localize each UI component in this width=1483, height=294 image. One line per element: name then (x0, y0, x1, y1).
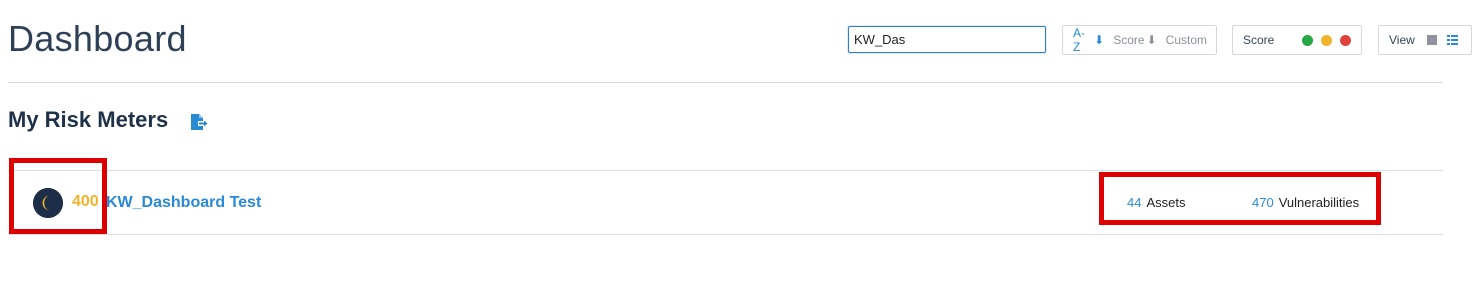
sort-az-button[interactable]: A-Z ⬇ (1073, 26, 1104, 54)
sort-toggle-group: A-Z ⬇ Score ⬇ Custom (1062, 25, 1217, 55)
moon-gauge-icon (33, 188, 63, 218)
score-medium-dot[interactable] (1321, 34, 1333, 46)
risk-meter-name-link[interactable]: KW_Dashboard Test (106, 194, 261, 212)
page-title: Dashboard (8, 18, 187, 59)
sort-score-label: Score (1113, 33, 1145, 47)
export-icon[interactable] (190, 114, 208, 131)
score-filter-label: Score (1243, 33, 1275, 47)
assets-stat[interactable]: 44 Assets (1127, 195, 1185, 210)
sort-custom-button[interactable]: Custom (1166, 33, 1207, 47)
assets-label: Assets (1146, 195, 1186, 210)
risk-score: 400 (72, 193, 99, 210)
header-divider (8, 82, 1443, 83)
grid-view-icon[interactable] (1426, 35, 1437, 45)
score-filter: Score (1232, 25, 1362, 55)
arrow-down-icon: ⬇ (1094, 33, 1105, 47)
sort-custom-label: Custom (1165, 33, 1207, 47)
assets-count[interactable]: 44 (1127, 195, 1141, 210)
sort-az-label: A-Z (1073, 26, 1085, 54)
vulnerabilities-stat[interactable]: 470 Vulnerabilities (1252, 195, 1359, 210)
view-label: View (1389, 33, 1415, 47)
section-title: My Risk Meters (8, 107, 169, 132)
sort-score-button[interactable]: Score ⬇ (1113, 33, 1156, 47)
vulnerabilities-label: Vulnerabilities (1278, 195, 1360, 210)
search-input[interactable] (848, 26, 1046, 53)
arrow-down-icon: ⬇ (1146, 33, 1157, 47)
score-low-dot[interactable] (1302, 34, 1314, 46)
score-high-dot[interactable] (1340, 34, 1352, 46)
vulnerabilities-count[interactable]: 470 (1252, 195, 1274, 210)
view-toggle: View (1378, 25, 1472, 55)
list-view-icon[interactable] (1446, 35, 1458, 45)
row-divider (8, 170, 1443, 171)
row-divider (8, 234, 1443, 235)
